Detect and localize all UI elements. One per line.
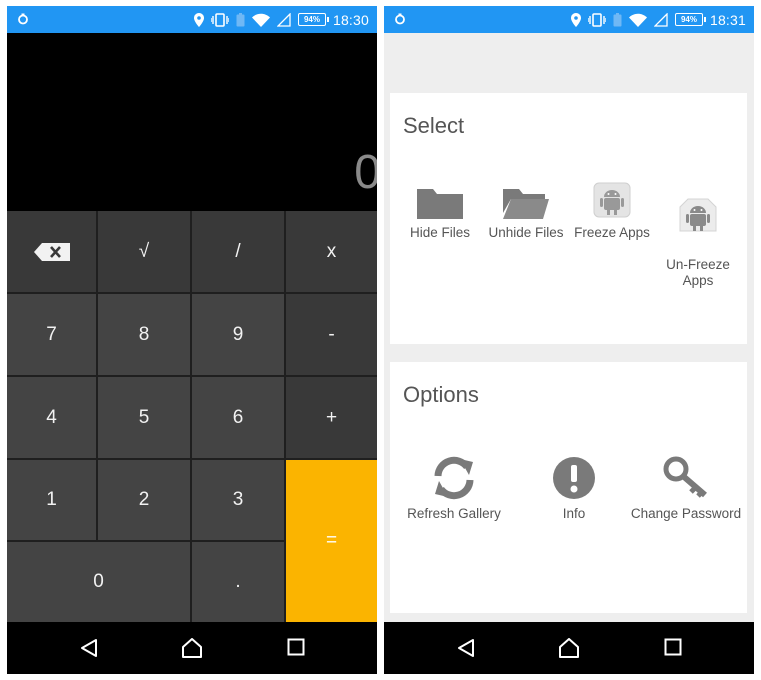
digit-2-key[interactable]: 2 [98, 460, 190, 540]
freeze-apps-button[interactable]: Freeze Apps [572, 181, 652, 241]
status-bar: 94% 18:31 [384, 6, 754, 33]
navigation-bar [7, 622, 377, 674]
recents-icon[interactable] [287, 638, 305, 656]
digit-5-key[interactable]: 5 [98, 377, 190, 458]
info-label: Info [562, 506, 586, 521]
info-button[interactable]: Info [534, 456, 614, 522]
unhide-files-button[interactable]: Unhide Files [486, 185, 566, 241]
digit-4-key[interactable]: 4 [7, 377, 96, 458]
multiply-key[interactable]: x [286, 211, 377, 292]
plus-key[interactable]: + [286, 377, 377, 458]
cellular-signal-icon [276, 12, 291, 27]
folder-icon [417, 189, 463, 219]
backspace-icon [33, 242, 70, 261]
back-icon[interactable] [456, 638, 476, 658]
display-value: 0 [354, 146, 377, 199]
vibrate-icon [210, 12, 229, 27]
battery-level: 94% [674, 13, 706, 26]
change-password-button[interactable]: Change Password [626, 456, 746, 522]
decimal-point-key[interactable]: . [192, 542, 284, 622]
freeze-apps-label: Freeze Apps [574, 225, 650, 240]
unfreeze-apps-button[interactable]: Un-Freeze Apps [658, 181, 738, 289]
unfrozen-android-icon [679, 198, 717, 232]
status-bar: 94% 18:30 [7, 6, 377, 33]
digit-7-key[interactable]: 7 [7, 294, 96, 375]
calculator-display: 0 [7, 33, 377, 211]
sync-icon [18, 13, 28, 25]
charging-battery-icon [236, 12, 245, 26]
home-icon[interactable] [558, 638, 580, 658]
digit-9-key[interactable]: 9 [192, 294, 284, 375]
unfreeze-apps-label: Un-Freeze Apps [666, 257, 730, 288]
change-password-label: Change Password [630, 506, 742, 521]
vibrate-icon [587, 12, 606, 27]
frozen-android-icon [593, 182, 631, 218]
info-icon [553, 457, 595, 499]
digit-8-key[interactable]: 8 [98, 294, 190, 375]
unhide-files-label: Unhide Files [488, 225, 564, 240]
navigation-bar [384, 622, 754, 674]
cellular-signal-icon [653, 12, 668, 27]
recents-icon[interactable] [664, 638, 682, 656]
keypad: √ / x 7 8 9 - 4 5 6 + 1 2 3 = 0 . [7, 211, 377, 622]
battery-level: 94% [297, 13, 329, 26]
equals-key[interactable]: = [286, 460, 377, 622]
charging-battery-icon [613, 12, 622, 26]
hide-files-label: Hide Files [409, 225, 471, 240]
refresh-icon [434, 456, 474, 500]
sync-icon [395, 13, 405, 25]
digit-3-key[interactable]: 3 [192, 460, 284, 540]
location-icon [193, 12, 204, 27]
calculator-screen: 94% 18:30 0 √ / x 7 8 9 - 4 5 6 + 1 2 3 … [7, 6, 377, 674]
clock: 18:31 [709, 11, 746, 28]
location-icon [570, 12, 581, 27]
digit-6-key[interactable]: 6 [192, 377, 284, 458]
backspace-key[interactable] [7, 211, 96, 292]
digit-0-key[interactable]: 0 [7, 542, 190, 622]
wifi-icon [628, 13, 647, 27]
home-icon[interactable] [181, 638, 203, 658]
key-icon [663, 456, 707, 498]
options-card: Options Refresh Gallery Info Change Pass… [390, 362, 747, 613]
refresh-gallery-label: Refresh Gallery [407, 506, 501, 521]
back-icon[interactable] [79, 638, 99, 658]
digit-1-key[interactable]: 1 [7, 460, 96, 540]
options-title: Options [403, 382, 479, 407]
hide-files-button[interactable]: Hide Files [404, 185, 476, 241]
minus-key[interactable]: - [286, 294, 377, 375]
select-card: Select Hide Files Unhide Files Freeze Ap… [390, 93, 747, 344]
divide-key[interactable]: / [192, 211, 284, 292]
select-title: Select [403, 113, 465, 138]
sqrt-key[interactable]: √ [98, 211, 190, 292]
refresh-gallery-button[interactable]: Refresh Gallery [400, 456, 508, 522]
clock: 18:30 [332, 11, 369, 28]
vault-menu-screen: 94% 18:31 Select Hide Files Unhide Files… [384, 6, 754, 674]
open-folder-icon [503, 189, 549, 219]
wifi-icon [251, 13, 270, 27]
